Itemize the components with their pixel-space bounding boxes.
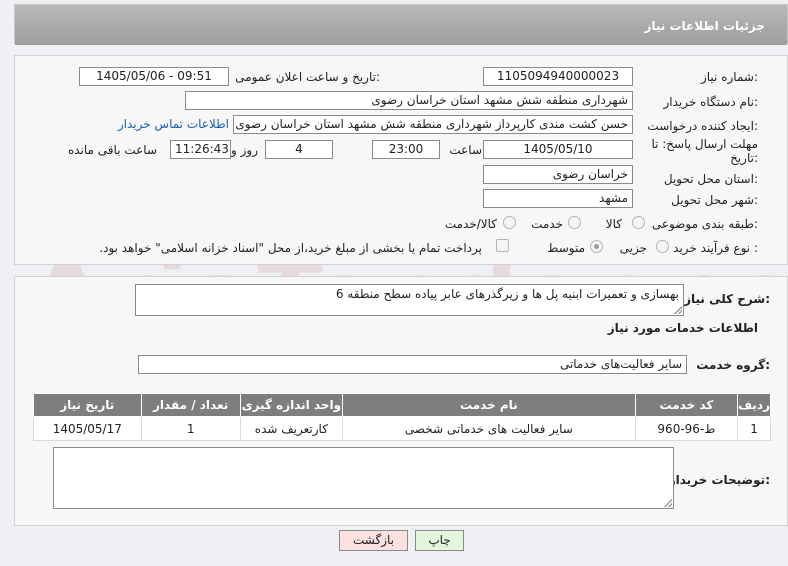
- summary-field[interactable]: بهسازی و تعمیرات ابنیه پل ها و زیرگذرهای…: [135, 284, 684, 316]
- creator-field[interactable]: حسن کشت مندی کارپرداز شهرداری منطقه شش م…: [233, 115, 633, 134]
- col-need-date: تاریخ نیاز: [33, 393, 142, 417]
- cell-unit: کارتعریف شده: [239, 416, 344, 441]
- col-unit: واحد اندازه گیری: [239, 393, 344, 417]
- buyer-org-label: نام دستگاه خریدار:: [663, 95, 759, 109]
- need-number-label: شماره نیاز:: [700, 70, 758, 84]
- cell-service-name: سایر فعالیت های خدماتی شخصی: [342, 416, 636, 441]
- city-label: شهر محل تحویل:: [671, 193, 758, 207]
- col-service-name: نام خدمت: [342, 393, 636, 417]
- category-radio-goods-service[interactable]: [503, 216, 516, 229]
- col-service-code: کد خدمت: [634, 393, 739, 417]
- contact-info-link[interactable]: اطلاعات تماس خریدار: [118, 117, 229, 131]
- category-option-service: خدمت: [531, 217, 563, 231]
- remaining-time-field[interactable]: 11:26:43: [170, 140, 231, 159]
- process-radio-minor[interactable]: [656, 240, 669, 253]
- days-field[interactable]: 4: [265, 140, 333, 159]
- need-number-field[interactable]: 1105094940000023: [483, 67, 633, 86]
- remaining-label: ساعت باقی مانده: [67, 143, 157, 157]
- table-row: 1 ط-96-960 سایر فعالیت های خدماتی شخصی ک…: [33, 416, 771, 441]
- details-panel: جزئیات اطلاعات نیاز: [14, 4, 788, 45]
- days-label: روز و: [231, 143, 258, 157]
- cell-quantity: 1: [140, 416, 241, 441]
- treasury-payment-checkbox[interactable]: [496, 239, 509, 252]
- treasury-payment-note: پرداخت تمام یا بخشی از مبلغ خرید،از محل …: [99, 241, 482, 255]
- service-group-label: گروه خدمت:: [696, 358, 770, 372]
- col-row: ردیف: [737, 393, 771, 417]
- services-heading: اطلاعات خدمات مورد نیاز: [607, 321, 758, 335]
- time-label: ساعت: [449, 143, 482, 157]
- summary-text: بهسازی و تعمیرات ابنیه پل ها و زیرگذرهای…: [335, 287, 679, 301]
- process-option-minor: جزیی: [619, 241, 647, 255]
- deadline-time-field[interactable]: 23:00: [372, 140, 440, 159]
- buyer-org-field[interactable]: شهرداری منطقه شش مشهد استان خراسان رضوی: [185, 91, 633, 110]
- category-radio-goods[interactable]: [632, 216, 645, 229]
- deadline-date-field[interactable]: 1405/05/10: [483, 140, 633, 159]
- category-option-goods: کالا: [605, 217, 622, 231]
- panel-title: جزئیات اطلاعات نیاز: [15, 5, 787, 45]
- province-label: استان محل تحویل:: [663, 172, 758, 186]
- cell-service-code: ط-96-960: [634, 416, 739, 441]
- need-info-section: [14, 55, 788, 265]
- col-quantity: تعداد / مقدار: [140, 393, 241, 417]
- buyer-notes-field[interactable]: [53, 447, 674, 509]
- cell-need-date: 1405/05/17: [33, 416, 142, 441]
- creator-label: ایجاد کننده درخواست:: [647, 119, 758, 133]
- city-field[interactable]: مشهد: [483, 189, 633, 208]
- process-radio-medium[interactable]: [590, 240, 603, 253]
- resize-grip-icon[interactable]: [664, 499, 672, 507]
- services-table: ردیف کد خدمت نام خدمت واحد اندازه گیری ت…: [33, 393, 771, 441]
- category-label: طبقه بندی موضوعی:: [651, 217, 758, 231]
- category-option-goods-service: کالا/خدمت: [444, 217, 497, 231]
- announce-field[interactable]: 1405/05/06 - 09:51: [79, 67, 229, 86]
- summary-label: شرح کلی نیاز:: [684, 292, 770, 306]
- province-field[interactable]: خراسان رضوی: [483, 165, 633, 184]
- deadline-label-2: تاریخ:: [730, 151, 758, 165]
- resize-grip-icon[interactable]: [674, 306, 682, 314]
- cell-row: 1: [737, 416, 771, 441]
- buyer-notes-label: توضیحات خریدار:: [668, 473, 770, 487]
- category-radio-service[interactable]: [568, 216, 581, 229]
- service-group-field[interactable]: سایر فعالیت‌های خدماتی: [138, 355, 687, 374]
- announce-label: تاریخ و ساعت اعلان عمومی:: [235, 70, 380, 84]
- deadline-label-1: مهلت ارسال پاسخ: تا: [651, 137, 758, 151]
- process-option-medium: متوسط: [547, 241, 585, 255]
- process-label: نوع فرآیند خرید :: [673, 241, 758, 255]
- print-button[interactable]: چاپ: [415, 530, 464, 551]
- back-button[interactable]: بازگشت: [339, 530, 408, 551]
